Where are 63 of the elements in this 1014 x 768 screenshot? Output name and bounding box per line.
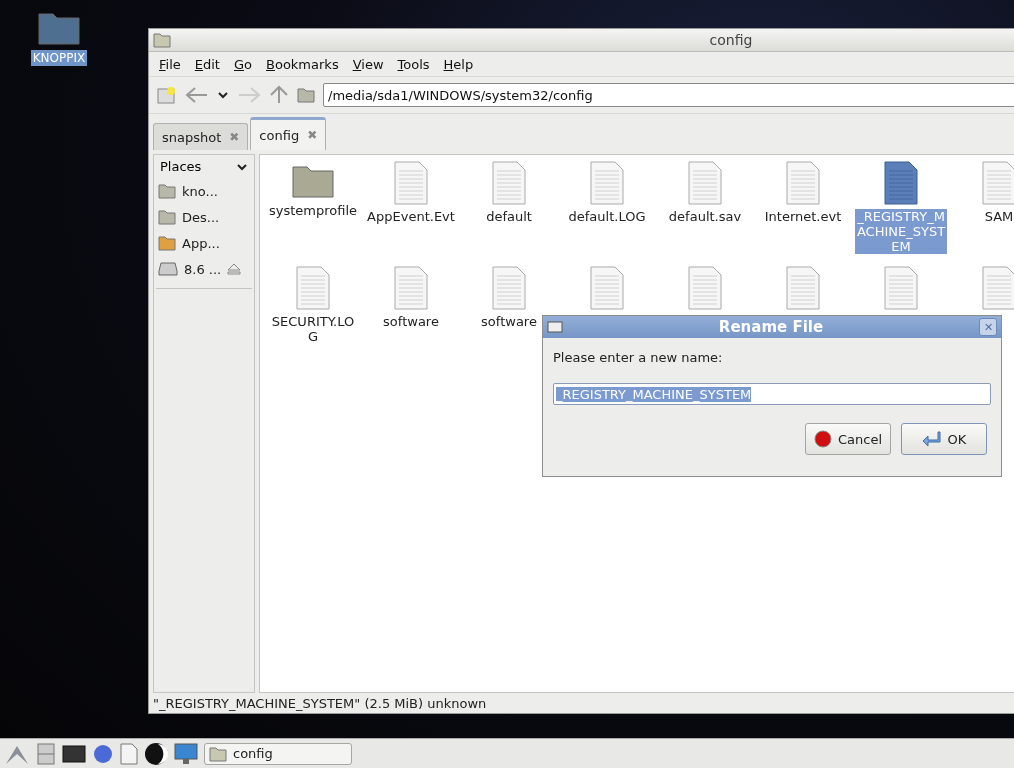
menu-item[interactable]: Edit: [188, 56, 226, 72]
file-name[interactable]: default.LOG: [561, 209, 653, 224]
dropdown-caret-icon[interactable]: [236, 161, 248, 172]
sidebar-item[interactable]: kno...: [182, 183, 218, 199]
window-folder-icon: [153, 32, 171, 48]
window-icon: [547, 321, 563, 333]
sidebar-item[interactable]: 8.6 ...: [184, 261, 222, 277]
file-name[interactable]: AppEvent.Evt: [365, 209, 457, 224]
location-field[interactable]: /media/sda1/WINDOWS/system32/config: [323, 83, 1014, 107]
ok-button[interactable]: OK: [901, 423, 987, 455]
close-button[interactable]: ✕: [979, 318, 997, 336]
stop-icon: [813, 430, 832, 448]
file-name[interactable]: default: [463, 209, 555, 224]
home-folder-icon: [297, 87, 315, 103]
enter-arrow-icon: [921, 431, 942, 447]
document-icon: [785, 161, 821, 205]
document-icon: [393, 266, 429, 310]
document-icon: [491, 161, 527, 205]
sidebar-item[interactable]: Des...: [182, 209, 220, 225]
file-name[interactable]: SAM: [953, 209, 1014, 224]
drive-icon: [158, 262, 178, 276]
home-folder-icon: [158, 183, 176, 199]
dialog-title: Rename File: [717, 318, 825, 336]
status-text: "_REGISTRY_MACHINE_SYSTEM" (2.5 MiB) unknown: [152, 694, 488, 713]
document-icon: [687, 161, 723, 205]
half-moon-icon[interactable]: [144, 741, 168, 766]
document-icon: [491, 266, 527, 310]
menu-item[interactable]: File: [153, 56, 187, 72]
document-icon: [589, 161, 625, 205]
eject-icon[interactable]: [227, 263, 242, 275]
menu-item[interactable]: Bookmarks: [260, 56, 345, 72]
cancel-button[interactable]: Cancel: [804, 423, 891, 455]
sidebar-title[interactable]: Places: [160, 159, 202, 174]
file-name[interactable]: software: [365, 314, 457, 329]
menu-item[interactable]: Go: [227, 56, 258, 72]
tab[interactable]: snapshot ✖: [153, 123, 249, 150]
document-icon: [883, 161, 919, 205]
menu-item[interactable]: Tools: [391, 56, 436, 72]
menu-item[interactable]: Help: [437, 56, 480, 72]
file-cabinet-icon[interactable]: [36, 742, 56, 765]
applications-icon: [158, 235, 176, 251]
folder-icon: [209, 745, 227, 762]
monitor-icon[interactable]: [174, 742, 198, 765]
file-name[interactable]: Internet.evt: [757, 209, 849, 224]
desktop-folder-icon: [158, 209, 176, 225]
prompt-text: Please enter a new name:: [553, 350, 724, 365]
globe-icon[interactable]: [92, 742, 114, 765]
file-name[interactable]: systemprofile: [267, 203, 359, 218]
new-folder-icon[interactable]: [157, 86, 177, 104]
taskbar-button[interactable]: config: [204, 742, 352, 765]
file-name[interactable]: default.sav: [659, 209, 751, 224]
menu-item[interactable]: View: [346, 56, 390, 72]
sidebar-item[interactable]: App...: [182, 235, 220, 251]
terminal-icon[interactable]: [62, 743, 86, 764]
document-icon: [393, 161, 429, 205]
window-title: config: [708, 32, 754, 48]
back-arrow-icon[interactable]: [185, 86, 209, 104]
file-name[interactable]: SECURITY.LOG: [267, 314, 359, 344]
dropdown-caret-icon[interactable]: [217, 90, 229, 100]
up-arrow-icon[interactable]: [269, 85, 289, 105]
tab[interactable]: config ✖: [250, 117, 327, 150]
document-icon: [295, 266, 331, 310]
document-icon[interactable]: [120, 742, 138, 765]
